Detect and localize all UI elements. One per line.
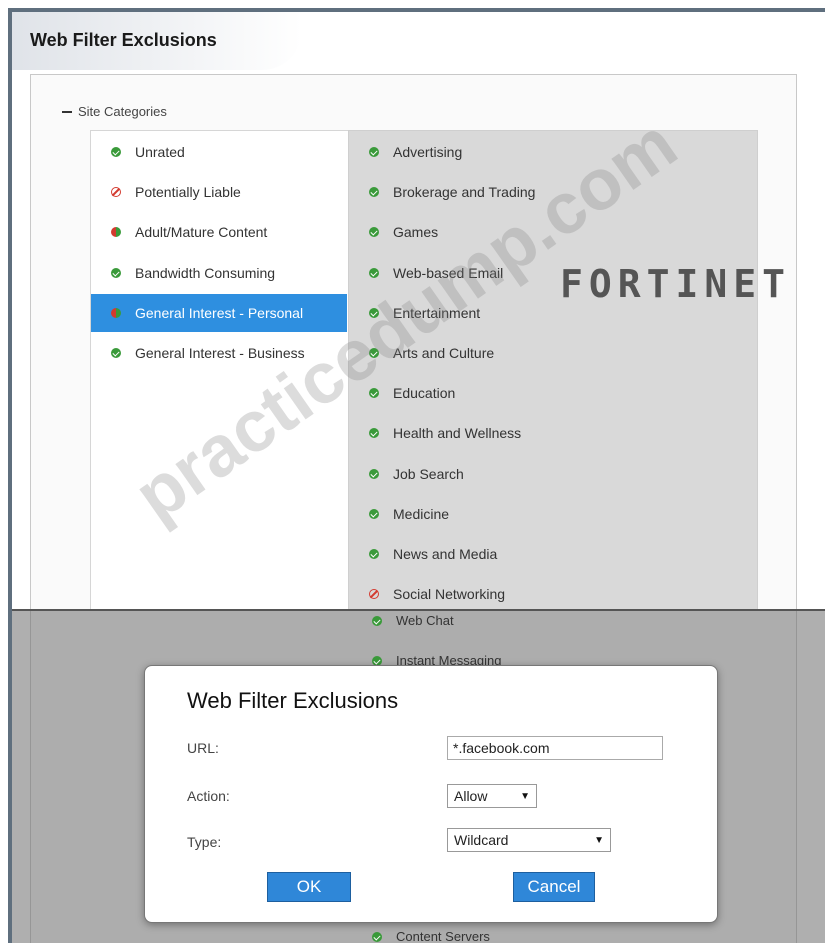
block-icon[interactable] (369, 589, 379, 600)
category-label: Bandwidth Consuming (135, 264, 276, 281)
allow-icon[interactable] (369, 549, 379, 559)
list-item-label: Content Servers (396, 929, 490, 944)
allow-icon (372, 655, 382, 666)
category-item[interactable]: Health and Wellness (349, 414, 649, 452)
mixed-status-icon[interactable] (111, 307, 121, 318)
category-item[interactable]: Education (349, 374, 649, 412)
section-label: Site Categories (78, 104, 167, 119)
category-label: News and Media (393, 546, 498, 562)
cancel-button[interactable]: Cancel (513, 872, 595, 902)
category-group-item[interactable]: Adult/Mature Content (91, 213, 347, 251)
category-label: Health and Wellness (393, 425, 522, 442)
url-label: URL: (187, 740, 219, 756)
allow-icon[interactable] (369, 227, 379, 238)
category-item[interactable]: Social Networking (349, 575, 649, 613)
list-item-label: Web Chat (396, 613, 454, 628)
category-label: General Interest - Personal (135, 304, 304, 321)
category-label: Advertising (393, 144, 463, 160)
category-item[interactable]: Medicine (349, 495, 649, 533)
category-label: Social Networking (393, 586, 506, 603)
allow-icon[interactable] (369, 187, 379, 198)
allow-icon[interactable] (369, 508, 379, 519)
category-group-item[interactable]: Bandwidth Consuming (91, 254, 347, 292)
allow-icon (372, 615, 382, 626)
allow-icon[interactable] (111, 147, 121, 157)
chevron-down-icon: ▼ (594, 834, 604, 846)
collapse-icon[interactable] (62, 110, 72, 113)
type-select[interactable]: Wildcard ▼ (447, 828, 611, 852)
category-item[interactable]: News and Media (349, 535, 649, 573)
ok-button[interactable]: OK (267, 872, 351, 902)
allow-icon[interactable] (369, 147, 379, 157)
action-label: Action: (187, 788, 230, 804)
block-icon[interactable] (111, 187, 121, 198)
web-filter-exclusions-dialog: Web Filter Exclusions URL: Action: Allow… (144, 665, 718, 923)
list-item: Web Chat (372, 613, 454, 628)
page-title: Web Filter Exclusions (30, 30, 217, 50)
allow-icon[interactable] (111, 348, 121, 358)
allow-icon[interactable] (369, 428, 379, 439)
category-group-item[interactable]: General Interest - Personal (91, 293, 347, 332)
category-label: Games (393, 224, 439, 241)
allow-icon[interactable] (111, 267, 121, 278)
allow-icon[interactable] (369, 267, 379, 278)
action-value: Allow (454, 788, 488, 804)
url-input[interactable] (447, 736, 663, 760)
type-label: Type: (187, 834, 222, 850)
dialog-title: Web Filter Exclusions (187, 688, 399, 713)
category-group-item[interactable]: Unrated (91, 133, 347, 171)
category-group-item[interactable]: Potentially Liable (91, 173, 347, 211)
category-label: Medicine (393, 505, 450, 522)
fortinet-logo: FORTINET (560, 262, 792, 306)
allow-icon (372, 931, 382, 942)
category-label: Job Search (393, 465, 464, 482)
allow-icon[interactable] (369, 468, 379, 479)
list-item: Content Servers (372, 929, 490, 944)
category-label: Education (393, 385, 456, 402)
chevron-down-icon: ▼ (520, 790, 530, 802)
action-select[interactable]: Allow ▼ (447, 784, 537, 808)
site-categories-header[interactable]: Site Categories (62, 104, 167, 119)
mixed-status-icon[interactable] (111, 227, 121, 238)
type-value: Wildcard (454, 832, 509, 848)
category-label: Potentially Liable (135, 184, 241, 201)
category-label: Unrated (135, 144, 185, 160)
category-label: Adult/Mature Content (135, 224, 268, 241)
category-item[interactable]: Job Search (349, 455, 649, 493)
